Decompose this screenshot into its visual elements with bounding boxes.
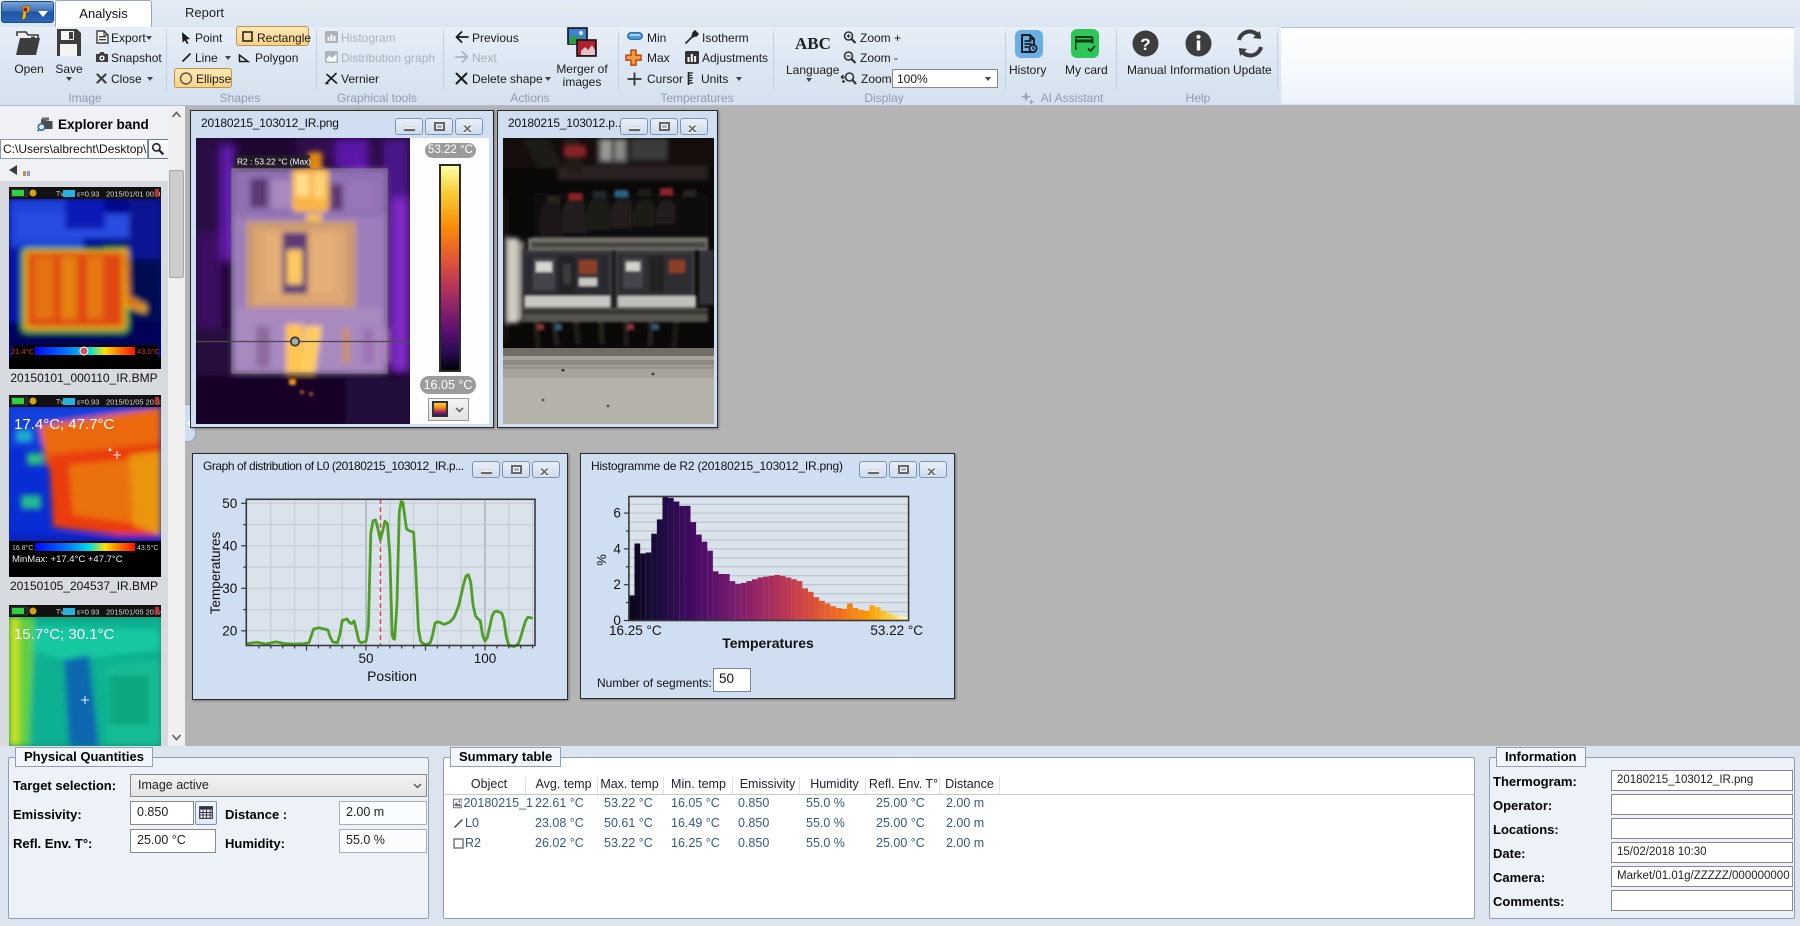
svg-text:Temperatures: Temperatures — [208, 531, 223, 614]
svg-text:ε=0.93: ε=0.93 — [77, 608, 99, 617]
svg-text:43.5°C: 43.5°C — [137, 544, 158, 552]
svg-text:20: 20 — [222, 623, 237, 638]
svg-text:100: 100 — [474, 651, 497, 666]
svg-text:ε=0.93: ε=0.93 — [77, 398, 99, 407]
svg-text:21.4°C: 21.4°C — [11, 347, 35, 356]
svg-text:%: % — [594, 554, 609, 566]
svg-text:40: 40 — [222, 538, 237, 553]
svg-text:15.7°C; 30.1°C: 15.7°C; 30.1°C — [14, 626, 115, 643]
svg-text:?: ? — [1140, 35, 1150, 54]
svg-text:Temperatures: Temperatures — [722, 635, 814, 651]
svg-text:Position: Position — [367, 668, 417, 684]
svg-text:6: 6 — [613, 506, 621, 521]
svg-text:▲: ▲ — [107, 447, 113, 453]
svg-text:4: 4 — [613, 541, 621, 556]
svg-text:50: 50 — [222, 496, 237, 511]
svg-text:2015/01/05 20:46:07: 2015/01/05 20:46:07 — [106, 608, 161, 617]
svg-text:2015/01/01 00:01:10: 2015/01/01 00:01:10 — [106, 190, 161, 199]
svg-text:MinMax: +17.4°C +47.7°C: MinMax: +17.4°C +47.7°C — [12, 554, 123, 565]
svg-text:2015/01/05 20:45:37: 2015/01/05 20:45:37 — [106, 398, 161, 407]
svg-text:16.8°C: 16.8°C — [12, 544, 33, 552]
svg-text:53.22 °C: 53.22 °C — [870, 623, 923, 638]
svg-text:ε=0.93: ε=0.93 — [77, 190, 99, 199]
svg-text:16.25 °C: 16.25 °C — [609, 623, 662, 638]
svg-text:43.0°C: 43.0°C — [137, 347, 161, 356]
svg-text:50: 50 — [358, 651, 373, 666]
svg-text:R2 : 53.22 °C (Max): R2 : 53.22 °C (Max) — [237, 157, 311, 167]
svg-text:2: 2 — [613, 577, 621, 592]
svg-text:17.4°C; 47.7°C: 17.4°C; 47.7°C — [14, 416, 115, 433]
svg-text:30: 30 — [222, 581, 237, 596]
